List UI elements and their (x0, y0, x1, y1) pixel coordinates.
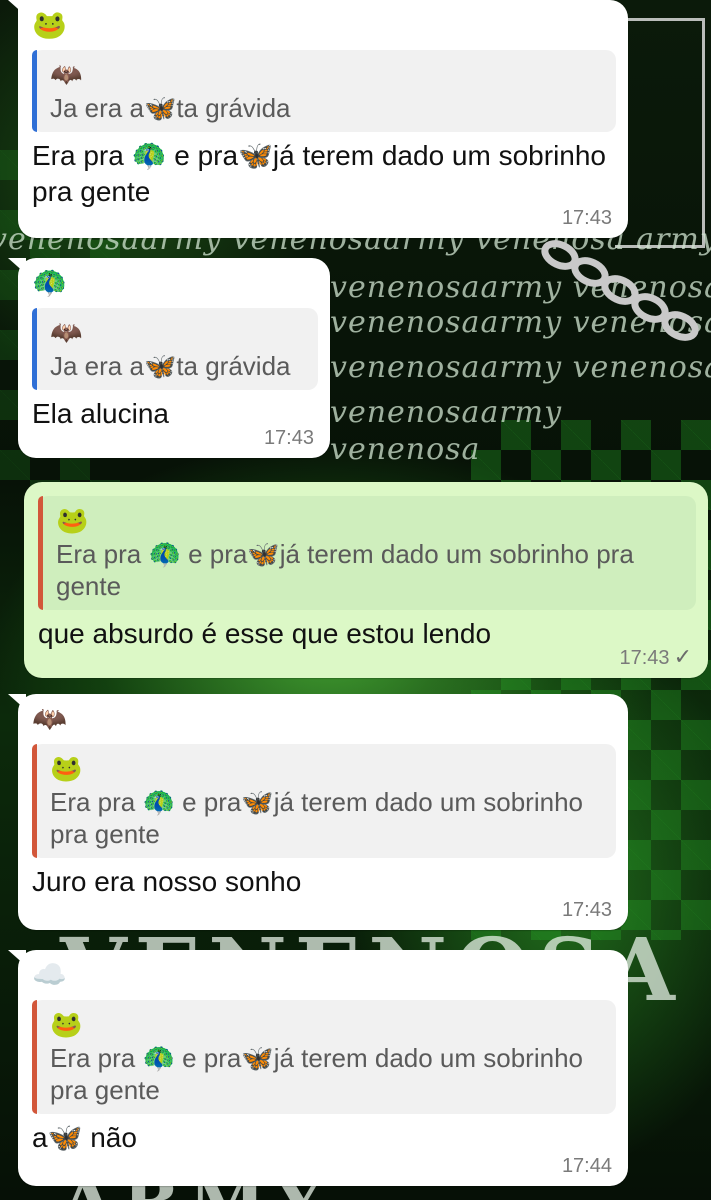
quoted-message[interactable]: 🦇 Ja era a🦋ta grávida (32, 308, 318, 390)
wallpaper-watermark: venenosa (330, 432, 481, 467)
quote-text: Ja era a🦋ta grávida (50, 351, 291, 381)
message-text: que absurdo é esse que estou lendo (38, 618, 492, 649)
quote-text: Era pra 🦚 e pra🦋já terem dado um sobrinh… (50, 787, 583, 849)
quote-sender-bat-icon: 🦇 (50, 60, 83, 90)
message-text: Juro era nosso sonho (32, 866, 302, 897)
quote-sender-frog-icon: 🐸 (56, 506, 89, 536)
chain-graphic (541, 240, 699, 341)
message-bubble-incoming[interactable]: 🦚 🦇 Ja era a🦋ta grávida Ela alucina 17:4… (8, 258, 330, 458)
quoted-message[interactable]: 🐸 Era pra 🦚 e pra🦋já terem dado um sobri… (38, 496, 696, 610)
quoted-message[interactable]: 🦇 Ja era a🦋ta grávida (32, 50, 616, 132)
message-meta: 17:43 ✓ (620, 644, 693, 670)
message-bubble-outgoing[interactable]: 🐸 Era pra 🦚 e pra🦋já terem dado um sobri… (24, 482, 708, 678)
sender-cloud-icon: ☁️ (32, 958, 67, 991)
quoted-message[interactable]: 🐸 Era pra 🦚 e pra🦋já terem dado um sobri… (32, 1000, 616, 1114)
quote-sender-frog-icon: 🐸 (50, 1010, 83, 1040)
message-time: 17:43 (619, 647, 670, 669)
wallpaper-frame (615, 18, 705, 248)
wallpaper-watermark: venenosaarmy (330, 395, 563, 430)
sender-peacock-icon: 🦚 (32, 266, 67, 299)
message-time: 17:43 (561, 899, 612, 921)
quoted-message[interactable]: 🐸 Era pra 🦚 e pra🦋já terem dado um sobri… (32, 744, 616, 858)
sent-check-icon: ✓ (673, 644, 692, 669)
message-time: 17:44 (561, 1155, 612, 1177)
quote-sender-bat-icon: 🦇 (50, 318, 83, 348)
message-bubble-incoming[interactable]: ☁️ 🐸 Era pra 🦚 e pra🦋já terem dado um so… (8, 950, 628, 1186)
quote-text: Ja era a🦋ta grávida (50, 93, 291, 123)
quote-text: Era pra 🦚 e pra🦋já terem dado um sobrinh… (56, 539, 634, 601)
quote-sender-frog-icon: 🐸 (50, 754, 83, 784)
sender-bat-icon: 🦇 (32, 702, 67, 735)
message-bubble-incoming[interactable]: 🐸 🦇 Ja era a🦋ta grávida Era pra 🦚 e pra🦋… (8, 0, 628, 238)
message-bubble-incoming[interactable]: 🦇 🐸 Era pra 🦚 e pra🦋já terem dado um sob… (8, 694, 628, 930)
message-text: Era pra 🦚 e pra🦋já terem dado um sobrinh… (32, 140, 606, 207)
message-text: a🦋 não (32, 1122, 137, 1153)
sender-frog-icon: 🐸 (32, 8, 67, 41)
message-time: 17:43 (263, 427, 314, 449)
message-time: 17:43 (561, 207, 612, 229)
quote-text: Era pra 🦚 e pra🦋já terem dado um sobrinh… (50, 1043, 583, 1105)
